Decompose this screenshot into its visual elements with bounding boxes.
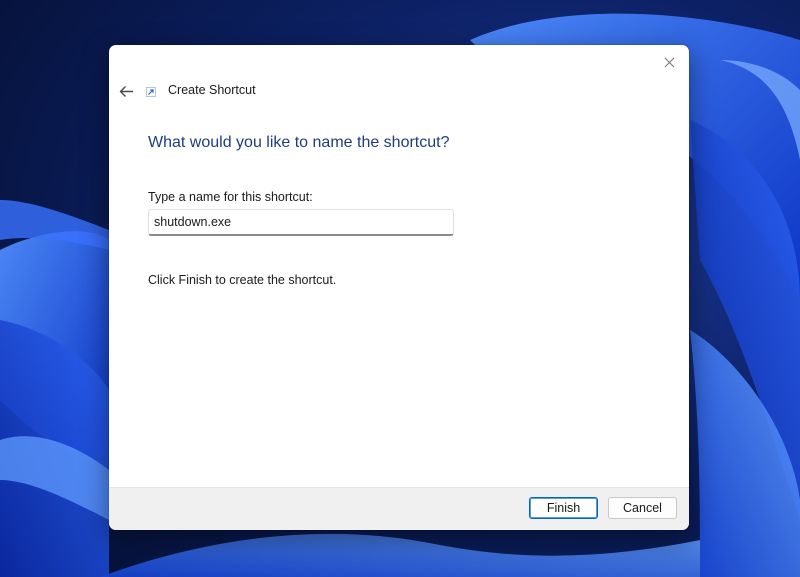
page-heading: What would you like to name the shortcut… xyxy=(148,134,450,151)
dialog-footer: Finish Cancel xyxy=(109,487,689,530)
create-shortcut-dialog: Create Shortcut What would you like to n… xyxy=(109,45,689,530)
cancel-button[interactable]: Cancel xyxy=(608,497,677,519)
close-icon xyxy=(664,57,674,67)
shortcut-icon xyxy=(146,87,156,97)
desktop: Create Shortcut What would you like to n… xyxy=(0,0,800,577)
shortcut-name-label: Type a name for this shortcut: xyxy=(148,190,313,204)
finish-button[interactable]: Finish xyxy=(529,497,598,519)
window-title: Create Shortcut xyxy=(168,83,256,97)
shortcut-name-input[interactable] xyxy=(148,209,454,236)
back-button[interactable] xyxy=(115,81,137,101)
instruction-text: Click Finish to create the shortcut. xyxy=(148,273,337,287)
close-button[interactable] xyxy=(657,51,681,73)
back-arrow-icon xyxy=(119,85,133,97)
